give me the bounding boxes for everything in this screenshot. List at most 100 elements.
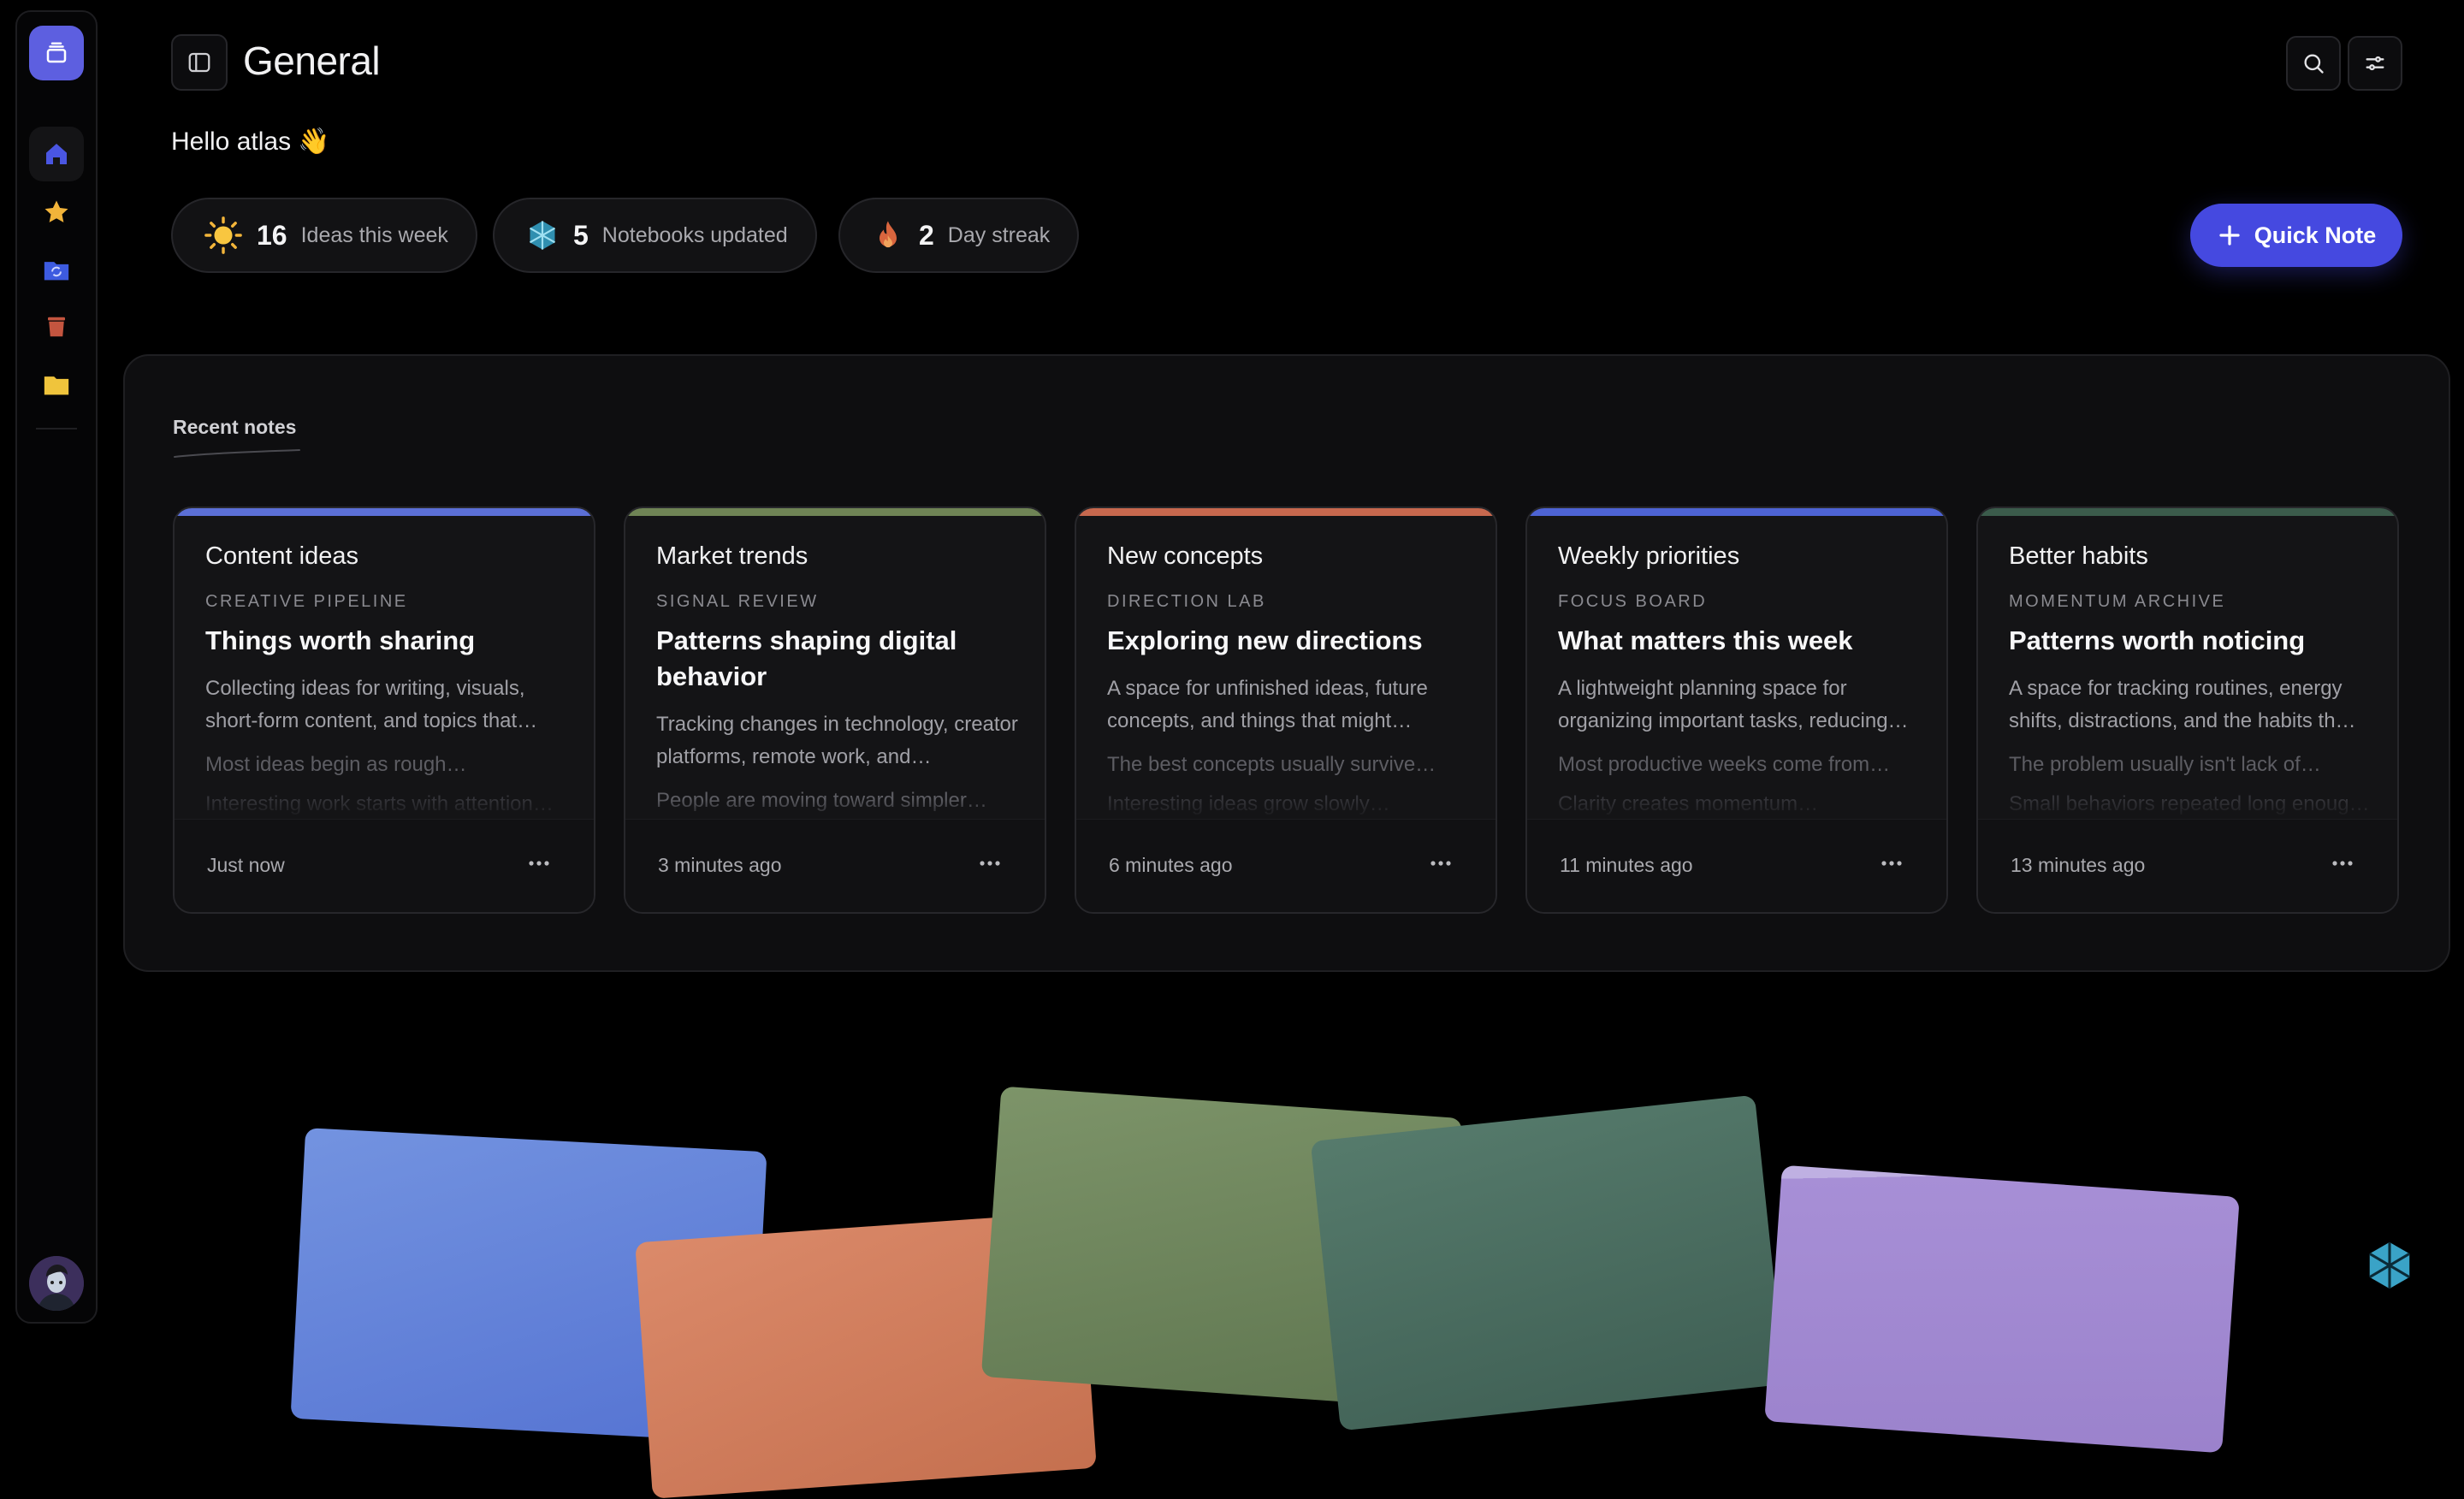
sliders-icon: [2366, 56, 2384, 71]
card-timestamp: 3 minutes ago: [658, 854, 782, 876]
more-options-button[interactable]: [1875, 849, 1909, 878]
sidebar-item-synced[interactable]: [29, 243, 84, 298]
card-notebook: Market trends: [656, 542, 808, 570]
sun-icon: [204, 216, 242, 254]
stack-icon: [46, 42, 67, 63]
card-title: Exploring new directions: [1107, 625, 1423, 655]
card-notebook: Weekly priorities: [1558, 542, 1740, 570]
notebook-illustration-purple: [1764, 1164, 2240, 1454]
user-avatar[interactable]: [29, 1256, 84, 1311]
sidebar-item-favorites[interactable]: [29, 185, 84, 240]
card-category: FOCUS BOARD: [1558, 592, 1708, 611]
card-color-bar: [1527, 508, 1946, 516]
avatar-illustration: [29, 1256, 84, 1311]
sidebar-toggle-button[interactable]: [171, 34, 228, 91]
sidebar-panel-icon: [188, 52, 210, 73]
card-description: Tracking changes in technology, creator …: [656, 713, 1018, 768]
card-description: Collecting ideas for writing, visuals, s…: [205, 677, 538, 732]
card-fade: [1076, 799, 1496, 820]
stat-streak: 2 Day streak: [838, 198, 1080, 273]
hexagon-logo-icon: [529, 221, 556, 250]
card-notebook: Better habits: [2009, 542, 2148, 570]
title-underline: [174, 449, 300, 458]
stat-label: Ideas this week: [300, 222, 448, 247]
quick-note-button[interactable]: Quick Note: [2190, 204, 2402, 267]
note-card[interactable]: New concepts DIRECTION LAB Exploring new…: [1075, 507, 1497, 914]
sidebar-item-trash[interactable]: [29, 299, 84, 354]
more-options-button[interactable]: [1424, 849, 1458, 878]
card-notebook: New concepts: [1107, 542, 1264, 570]
more-options-button[interactable]: [2325, 849, 2360, 878]
sidebar: [15, 10, 98, 1324]
card-category: SIGNAL REVIEW: [656, 592, 819, 611]
stat-value: 2: [919, 219, 934, 251]
more-options-button[interactable]: [973, 849, 1007, 878]
card-color-bar: [1978, 508, 2397, 516]
note-card[interactable]: Market trends SIGNAL REVIEW Patterns sha…: [624, 507, 1046, 914]
card-category: CREATIVE PIPELINE: [205, 592, 408, 611]
ellipsis-icon: [980, 861, 1000, 866]
sidebar-item-home[interactable]: [29, 127, 84, 181]
stat-value: 5: [573, 219, 589, 251]
card-fade: [625, 799, 1045, 820]
card-preview-line: Most ideas begin as rough…: [205, 753, 467, 776]
card-fade: [1978, 799, 2397, 820]
filter-settings-button[interactable]: [2348, 36, 2402, 91]
more-options-button[interactable]: [522, 849, 556, 878]
ellipsis-icon: [1881, 861, 1902, 866]
page-title: General: [243, 39, 381, 83]
section-title: Recent notes: [173, 416, 297, 438]
stat-ideas: 16 Ideas this week: [171, 198, 477, 273]
card-preview-line: The best concepts usually survive…: [1107, 753, 1436, 776]
card-preview-line: The problem usually isn't lack of…: [2009, 753, 2321, 776]
card-description: A space for unfinished ideas, future con…: [1107, 677, 1428, 732]
card-footer: 6 minutes ago: [1076, 819, 1496, 912]
card-footer: 3 minutes ago: [625, 819, 1045, 912]
note-card[interactable]: Content ideas CREATIVE PIPELINE Things w…: [173, 507, 595, 914]
app-logo-button[interactable]: [29, 26, 84, 80]
sync-folder-icon: [44, 262, 69, 281]
search-icon: [2304, 54, 2324, 74]
card-timestamp: 11 minutes ago: [1560, 854, 1693, 876]
stat-notebooks: 5 Notebooks updated: [493, 198, 817, 273]
search-button[interactable]: [2286, 36, 2341, 91]
star-icon: [44, 200, 68, 222]
note-card[interactable]: Better habits MOMENTUM ARCHIVE Patterns …: [1976, 507, 2399, 914]
card-title: Patterns worth noticing: [2009, 625, 2306, 655]
card-description: A space for tracking routines, energy sh…: [2009, 677, 2356, 732]
card-title: Patterns shaping digital behavior: [656, 625, 957, 691]
card-fade: [175, 799, 594, 820]
card-footer: 13 minutes ago: [1978, 819, 2397, 912]
ellipsis-icon: [529, 861, 549, 866]
quick-note-label: Quick Note: [2254, 222, 2377, 248]
card-category: MOMENTUM ARCHIVE: [2009, 592, 2226, 611]
sidebar-item-folders[interactable]: [29, 358, 84, 412]
card-timestamp: 6 minutes ago: [1109, 854, 1233, 876]
card-timestamp: 13 minutes ago: [2011, 854, 2146, 876]
ellipsis-icon: [2332, 861, 2353, 866]
card-footer: Just now: [175, 819, 594, 912]
hexagon-logo-icon[interactable]: [2363, 1239, 2416, 1292]
plus-icon: [2219, 225, 2240, 246]
flame-icon: [880, 221, 897, 248]
sidebar-divider: [36, 428, 77, 430]
stat-value: 16: [257, 219, 287, 251]
card-preview-line: Most productive weeks come from…: [1558, 753, 1891, 776]
notebook-illustration-teal: [1310, 1094, 1786, 1431]
greeting-text: Hello atlas 👋: [171, 127, 330, 156]
card-description: A lightweight planning space for organiz…: [1558, 677, 1909, 732]
card-color-bar: [1076, 508, 1496, 516]
card-footer: 11 minutes ago: [1527, 819, 1946, 912]
note-card[interactable]: Weekly priorities FOCUS BOARD What matte…: [1525, 507, 1948, 914]
card-notebook: Content ideas: [205, 542, 358, 570]
ellipsis-icon: [1430, 861, 1451, 866]
card-fade: [1527, 799, 1946, 820]
recent-notes-panel: Recent notes Content ideas CREATIVE PIPE…: [123, 354, 2450, 972]
card-color-bar: [175, 508, 594, 516]
card-category: DIRECTION LAB: [1107, 592, 1266, 611]
card-title: What matters this week: [1558, 625, 1853, 655]
trash-icon: [48, 317, 65, 337]
card-color-bar: [625, 508, 1045, 516]
folder-icon: [44, 376, 69, 395]
card-title: Things worth sharing: [205, 625, 476, 655]
